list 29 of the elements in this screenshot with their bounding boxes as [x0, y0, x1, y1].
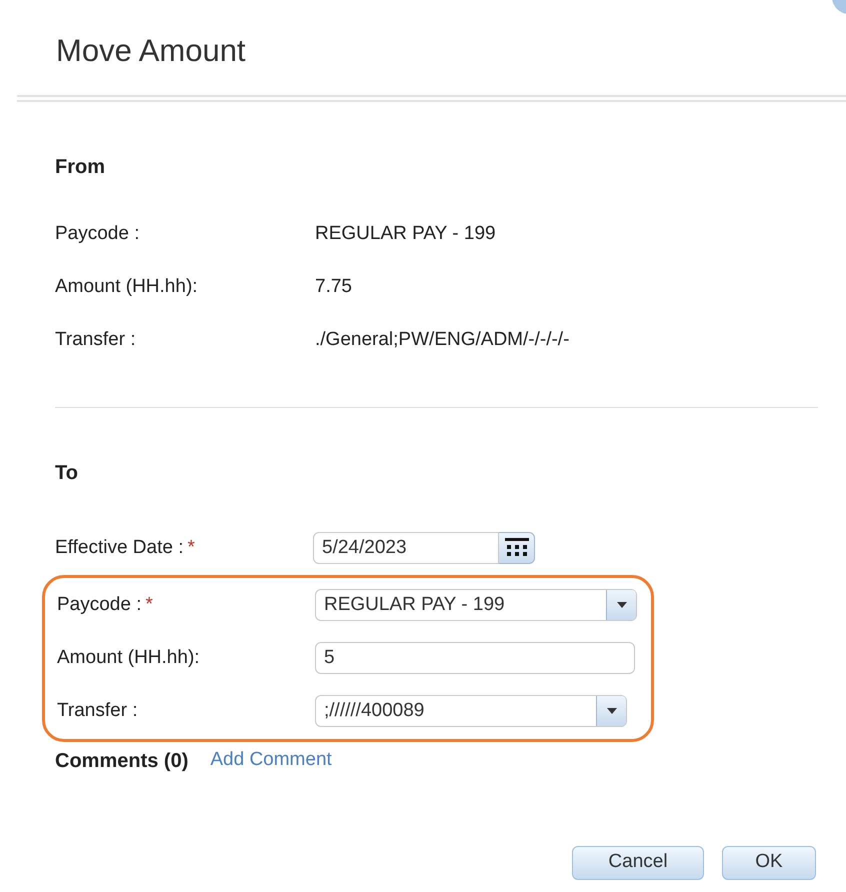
field-label: Amount (HH.hh): — [55, 274, 199, 299]
required-mark: * — [146, 592, 153, 617]
dropdown-button[interactable] — [596, 696, 626, 726]
amount-field[interactable]: 5 — [315, 642, 635, 674]
dropdown-button[interactable] — [606, 590, 636, 620]
dropdown-field[interactable]: ;//////400089 — [315, 695, 627, 727]
section-heading: To — [55, 460, 79, 486]
window-title: Move Amount — [56, 32, 246, 70]
cancel-button[interactable]: Cancel — [572, 846, 704, 880]
calendar-button[interactable] — [499, 532, 535, 564]
caret-icon — [606, 708, 616, 714]
add-comment-link[interactable]: Add Comment — [210, 746, 332, 775]
field-label: Transfer : — [55, 328, 137, 352]
section-heading: From — [55, 154, 106, 180]
field-value: ./General;PW/ENG/ADM/-/-/-/- — [315, 328, 570, 352]
field-label: Amount (HH.hh): — [57, 646, 200, 670]
field-label: Paycode : — [55, 222, 140, 246]
caret-icon — [616, 602, 626, 608]
field-label: Paycode : — [57, 592, 142, 617]
date-field[interactable]: 5/24/2023 — [313, 532, 499, 564]
field-value: REGULAR PAY - 199 — [315, 222, 496, 246]
ok-button[interactable]: OK — [722, 846, 816, 880]
calendar-icon — [504, 538, 528, 558]
comments-label: Comments (0) — [55, 748, 188, 774]
dropdown-field[interactable]: REGULAR PAY - 199 — [315, 589, 637, 621]
field-label: Effective Date : — [55, 536, 184, 560]
field-label: Transfer : — [57, 698, 138, 723]
field-value: 7.75 — [315, 274, 352, 299]
required-mark: * — [188, 536, 195, 560]
